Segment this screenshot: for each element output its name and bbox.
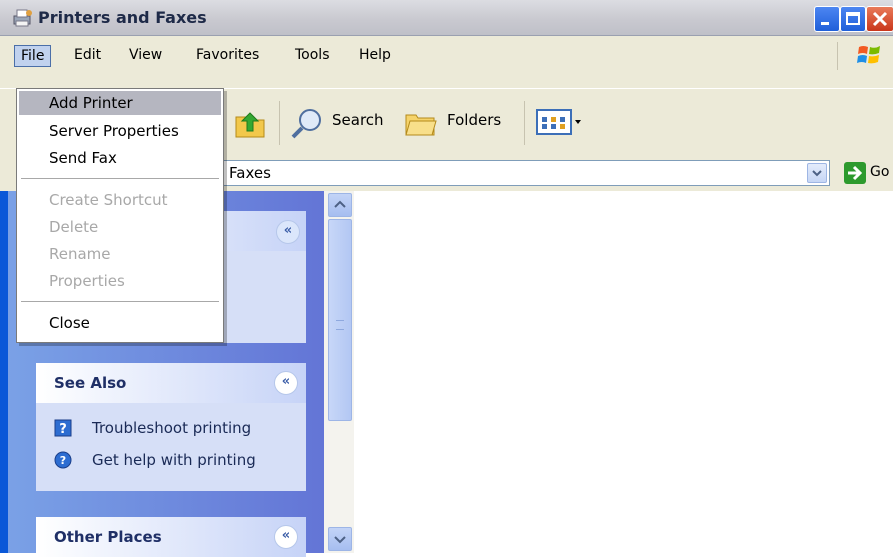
menu-edit[interactable]: Edit (68, 44, 107, 66)
menu-item-server-properties[interactable]: Server Properties (19, 119, 221, 143)
folders-label: Folders (447, 111, 502, 129)
address-dropdown-button[interactable] (807, 163, 827, 183)
menu-separator (21, 178, 219, 179)
title-bar[interactable]: Printers and Faxes (0, 0, 893, 36)
collapse-chevron-icon[interactable]: « (274, 371, 298, 395)
task-pane-scrollbar[interactable] (324, 191, 354, 553)
menu-item-rename: Rename (49, 245, 111, 263)
scroll-up-button[interactable] (328, 193, 352, 217)
menu-item-send-fax[interactable]: Send Fax (19, 146, 221, 170)
go-button[interactable]: Go (870, 164, 889, 180)
toolbar-separator (524, 101, 525, 145)
scroll-grip (336, 320, 344, 330)
menu-item-properties: Properties (49, 272, 125, 290)
menu-item-add-printer[interactable]: Add Printer (19, 91, 221, 115)
close-window-button[interactable] (866, 6, 893, 32)
menu-help[interactable]: Help (353, 44, 397, 66)
other-places-box: Other Places « (36, 517, 306, 557)
menu-item-close[interactable]: Close (19, 311, 221, 335)
menu-item-create-shortcut: Create Shortcut (49, 191, 168, 209)
toolbar-separator (279, 101, 280, 145)
go-arrow-icon[interactable] (844, 162, 866, 184)
minimize-button[interactable] (814, 6, 840, 32)
chevron-down-icon (812, 170, 822, 177)
menu-tools[interactable]: Tools (289, 44, 336, 66)
search-label: Search (332, 111, 384, 129)
see-also-title: See Also (54, 374, 127, 392)
chevron-up-icon (334, 200, 346, 208)
menu-bar: File Edit View Favorites Tools Help (0, 36, 893, 88)
help-question-icon: ? (54, 419, 72, 437)
see-also-box: See Also « ? Troubleshoot printing ? Get… (36, 363, 306, 491)
menu-favorites[interactable]: Favorites (190, 44, 265, 66)
see-also-header[interactable]: See Also « (36, 363, 306, 403)
other-places-header[interactable]: Other Places « (36, 517, 306, 557)
menubar-divider (837, 42, 838, 70)
file-menu-dropdown: Add Printer Server Properties Send Fax C… (16, 88, 224, 343)
collapse-chevron-icon[interactable]: « (274, 525, 298, 549)
chevron-down-icon (334, 536, 346, 544)
up-folder-button[interactable] (232, 89, 272, 155)
scroll-down-button[interactable] (328, 527, 352, 551)
search-icon (290, 107, 324, 143)
menu-file[interactable]: File (14, 45, 52, 67)
help-circle-icon: ? (54, 451, 72, 469)
see-also-body: ? Troubleshoot printing ? Get help with … (36, 403, 306, 491)
other-places-title: Other Places (54, 528, 162, 546)
printer-fax-icon (12, 8, 34, 28)
search-button[interactable]: Search (290, 89, 390, 155)
menu-view[interactable]: View (123, 44, 168, 66)
up-folder-icon (234, 107, 268, 143)
folders-icon (404, 107, 438, 143)
views-icon (536, 109, 582, 139)
collapse-chevron-icon[interactable]: « (276, 220, 300, 244)
views-button[interactable] (534, 89, 588, 155)
printers-list-area[interactable] (354, 191, 893, 553)
menu-item-delete: Delete (49, 218, 99, 236)
maximize-button[interactable] (840, 6, 866, 32)
windows-logo-icon (855, 41, 883, 69)
folders-button[interactable]: Folders (404, 89, 514, 155)
scroll-thumb[interactable] (328, 219, 352, 421)
printers-and-faxes-window: Printers and Faxes File Edit View Favori… (0, 0, 893, 557)
address-value: Faxes (229, 164, 271, 182)
svg-text:?: ? (59, 422, 67, 437)
svg-text:?: ? (60, 454, 66, 467)
window-title: Printers and Faxes (38, 8, 207, 27)
menu-separator (21, 301, 219, 302)
